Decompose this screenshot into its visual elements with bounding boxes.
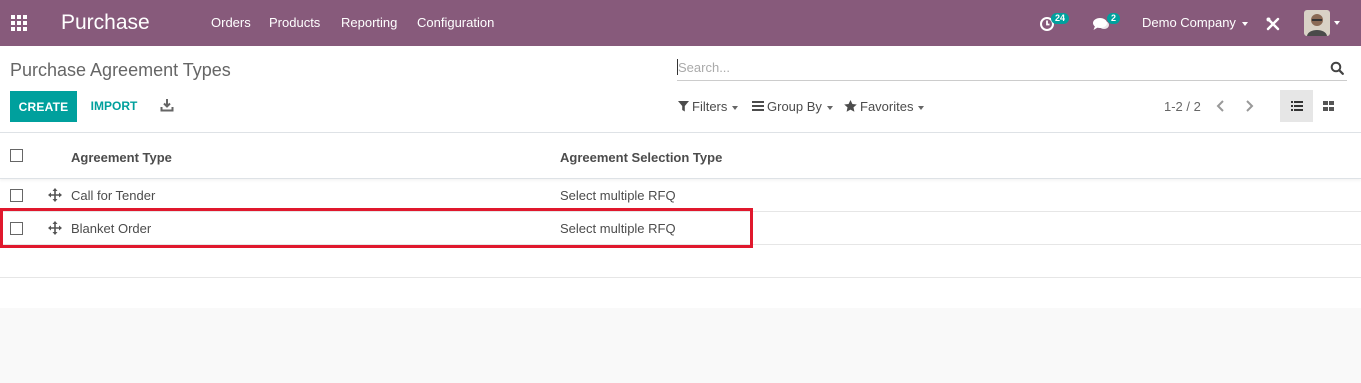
cell-selection-type: Select multiple RFQ — [560, 188, 676, 203]
caret-down-icon — [732, 105, 739, 110]
list-view-button[interactable] — [1280, 90, 1313, 122]
filters-label: Filters — [692, 99, 728, 114]
user-avatar — [1304, 10, 1330, 36]
activity-button[interactable]: 24 — [1038, 12, 1076, 34]
table-footer-area — [0, 308, 1361, 383]
import-button[interactable]: IMPORT — [84, 91, 144, 122]
top-navbar: Purchase Orders Products Reporting Confi… — [0, 0, 1361, 46]
text-cursor — [677, 59, 678, 75]
company-switcher[interactable]: Demo Company — [1142, 15, 1248, 30]
caret-down-icon — [826, 105, 833, 110]
row-checkbox[interactable] — [10, 222, 23, 235]
messages-count-badge: 2 — [1107, 13, 1121, 24]
table-row[interactable]: Call for Tender Select multiple RFQ — [0, 179, 1361, 212]
activity-count-badge: 24 — [1051, 13, 1070, 24]
filter-icon — [678, 101, 689, 112]
pager-value[interactable]: 1-2 / 2 — [1164, 99, 1201, 114]
menu-products[interactable]: Products — [269, 15, 320, 31]
caret-down-icon — [1334, 21, 1340, 25]
table-header: Agreement Type Agreement Selection Type — [0, 132, 1361, 179]
user-menu[interactable] — [1304, 9, 1348, 37]
messages-button[interactable]: 2 — [1091, 12, 1123, 34]
download-icon[interactable] — [160, 98, 174, 112]
cell-selection-type: Select multiple RFQ — [560, 221, 676, 236]
kanban-view-button[interactable] — [1313, 90, 1346, 122]
table-row[interactable]: Blanket Order Select multiple RFQ — [0, 212, 1361, 245]
group-by-icon — [752, 101, 764, 111]
menu-reporting[interactable]: Reporting — [341, 15, 397, 31]
page-title: Purchase Agreement Types — [10, 60, 231, 80]
menu-configuration[interactable]: Configuration — [417, 15, 494, 31]
star-icon — [844, 100, 857, 112]
search-bar — [677, 56, 1347, 81]
chevron-right-icon[interactable] — [1242, 99, 1256, 113]
caret-down-icon — [1241, 21, 1248, 26]
debug-tools-icon[interactable] — [1266, 17, 1280, 31]
favorites-label: Favorites — [860, 99, 914, 114]
group-by-dropdown[interactable]: Group By — [752, 99, 833, 114]
app-brand[interactable]: Purchase — [61, 10, 150, 36]
row-checkbox[interactable] — [10, 189, 23, 202]
search-input[interactable] — [678, 57, 1308, 77]
cell-agreement-type: Call for Tender — [71, 188, 156, 203]
column-header-selection-type[interactable]: Agreement Selection Type — [560, 150, 722, 165]
favorites-dropdown[interactable]: Favorites — [844, 99, 925, 114]
apps-grid-icon[interactable] — [11, 15, 27, 31]
filters-dropdown[interactable]: Filters — [678, 99, 739, 114]
kanban-view-icon — [1323, 101, 1334, 111]
group-by-label: Group By — [767, 99, 822, 114]
search-icon[interactable] — [1330, 61, 1344, 75]
chevron-left-icon[interactable] — [1214, 99, 1228, 113]
empty-row — [0, 245, 1361, 278]
menu-orders[interactable]: Orders — [211, 15, 251, 31]
drag-handle-icon[interactable] — [48, 221, 62, 235]
drag-handle-icon[interactable] — [48, 188, 62, 202]
company-name: Demo Company — [1142, 15, 1236, 30]
empty-row — [0, 276, 1361, 309]
list-view-icon — [1291, 101, 1303, 111]
create-button[interactable]: CREATE — [10, 91, 77, 122]
cell-agreement-type: Blanket Order — [71, 221, 152, 236]
caret-down-icon — [918, 105, 925, 110]
select-all-checkbox[interactable] — [10, 149, 23, 162]
column-header-agreement-type[interactable]: Agreement Type — [71, 150, 172, 165]
